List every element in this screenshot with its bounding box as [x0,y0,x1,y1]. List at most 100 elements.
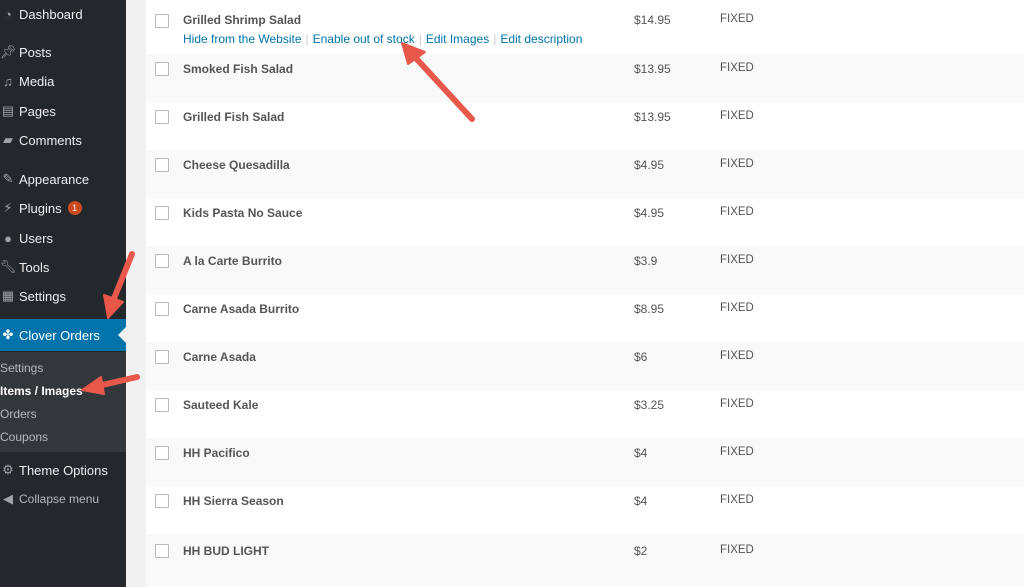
item-name[interactable]: HH Pacifico [183,446,250,460]
row-actions: Hide from the Website | Enable out of stoc… [183,32,583,46]
clover-orders-submenu: Settings Items / Images Orders Coupons [0,352,126,452]
sidebar-item-posts[interactable]: 📌︎ Posts [0,38,126,66]
item-price: $13.95 [634,110,671,124]
item-type: FIXED [720,398,754,410]
item-name[interactable]: Grilled Fish Salad [183,110,284,124]
enable-out-of-stock-link[interactable]: Enable out of stock [313,32,415,46]
sidebar-item-label: Plugins [19,200,62,216]
sidebar-item-label: Theme Options [19,462,108,478]
submenu-item-items-images[interactable]: Items / Images [0,384,83,398]
table-row: HH Pacifico $4 FIXED [146,438,1024,486]
item-name[interactable]: Carne Asada Burrito [183,302,299,316]
item-type: FIXED [720,350,754,362]
edit-description-link[interactable]: Edit description [500,32,582,46]
sidebar-item-label: Clover Orders [19,327,100,343]
wrench-icon: 🔧︎ [0,259,17,274]
item-name[interactable]: Smoked Fish Salad [183,62,293,76]
item-name[interactable]: Grilled Shrimp Salad [183,13,301,27]
row-checkbox[interactable] [155,302,169,316]
item-price: $2 [634,544,648,558]
table-row: Grilled Shrimp Salad $14.95 FIXED Hide f… [146,0,1024,48]
sidebar-item-appearance[interactable]: ✎ Appearance [0,165,126,193]
sidebar-item-tools[interactable]: 🔧︎ Tools [0,253,126,281]
sidebar-item-label: Appearance [19,171,90,187]
item-name[interactable]: Kids Pasta No Sauce [183,206,302,220]
sidebar-item-label: Pages [19,103,56,119]
sidebar-item-settings[interactable]: ▦ Settings [0,282,126,310]
sidebar-item-users[interactable]: ● Users [0,224,126,252]
item-type: FIXED [720,206,754,218]
row-checkbox[interactable] [155,110,169,124]
item-price: $14.95 [634,13,671,27]
item-price: $4 [634,494,648,508]
item-price: $3.9 [634,254,658,268]
pin-icon: 📌︎ [0,44,17,59]
sidebar-item-clover-orders[interactable]: ✤ Clover Orders [0,319,126,351]
item-type: FIXED [720,13,754,25]
sidebar-item-theme-options[interactable]: ⚙ Theme Options [0,456,126,484]
media-icon: ♫ [3,73,13,89]
table-row: HH Sierra Season $4 FIXED [146,486,1024,534]
item-price: $8.95 [634,302,665,316]
row-checkbox[interactable] [155,62,169,76]
update-count-badge: 1 [67,201,82,215]
item-name[interactable]: HH BUD LIGHT [183,544,269,558]
row-checkbox[interactable] [155,14,169,28]
sidebar-item-plugins[interactable]: ⚡︎ Plugins 1 [0,194,126,222]
users-icon: ● [4,230,12,246]
row-checkbox[interactable] [155,446,169,460]
submenu-item-orders[interactable]: Orders [0,407,37,421]
plugin-icon: ⚡︎ [3,200,13,215]
row-checkbox[interactable] [155,254,169,268]
collapse-menu-label: Collapse menu [19,492,100,506]
item-type: FIXED [720,254,754,266]
item-price: $4.95 [634,158,665,172]
table-row: Carne Asada $6 FIXED [146,342,1024,390]
paintbrush-icon: ✎ [2,171,14,186]
item-price: $13.95 [634,62,671,76]
comment-icon: ▰ [3,132,13,147]
items-table: Grilled Shrimp Salad $14.95 FIXED Hide f… [146,0,1024,587]
table-row: Cheese Quesadilla $4.95 FIXED [146,150,1024,198]
dashboard-icon: ◔ [4,6,12,22]
submenu-item-settings[interactable]: Settings [0,361,43,375]
hide-from-website-link[interactable]: Hide from the Website [183,32,302,46]
item-price: $3.25 [634,398,665,412]
sidebar-item-comments[interactable]: ▰ Comments [0,126,126,154]
item-type: FIXED [720,446,754,458]
row-checkbox[interactable] [155,544,169,558]
row-checkbox[interactable] [155,398,169,412]
admin-sidebar: ◔ Dashboard 📌︎ Posts ♫ Media ▤ Pages ▰ C… [0,0,126,587]
row-checkbox[interactable] [155,350,169,364]
item-name[interactable]: Carne Asada [183,350,256,364]
row-checkbox[interactable] [155,494,169,508]
row-checkbox[interactable] [155,158,169,172]
edit-images-link[interactable]: Edit Images [426,32,489,46]
item-type: FIXED [720,110,754,122]
sidebar-item-dashboard[interactable]: ◔ Dashboard [0,0,126,28]
sidebar-item-pages[interactable]: ▤ Pages [0,97,126,125]
item-name[interactable]: Sauteed Kale [183,398,258,412]
clover-icon: ✤ [2,327,14,342]
item-name[interactable]: A la Carte Burrito [183,254,282,268]
item-type: FIXED [720,158,754,170]
table-row: HH BUD LIGHT $2 FIXED [146,534,1024,587]
sidebar-item-label: Tools [19,259,50,275]
settings-icon: ▦ [1,288,15,303]
page-icon: ▤ [1,103,15,118]
submenu-item-coupons[interactable]: Coupons [0,430,48,444]
sidebar-item-media[interactable]: ♫ Media [0,67,126,95]
item-type: FIXED [720,302,754,314]
item-price: $4.95 [634,206,665,220]
item-price: $4 [634,446,648,460]
item-price: $6 [634,350,648,364]
table-row: Carne Asada Burrito $8.95 FIXED [146,294,1024,342]
sidebar-item-label: Comments [19,132,82,148]
item-name[interactable]: HH Sierra Season [183,494,284,508]
row-checkbox[interactable] [155,206,169,220]
item-name[interactable]: Cheese Quesadilla [183,158,290,172]
collapse-menu-button[interactable]: ◀ Collapse menu [0,485,126,513]
table-row: Kids Pasta No Sauce $4.95 FIXED [146,198,1024,246]
collapse-icon: ◀ [3,491,13,506]
sidebar-item-label: Users [19,230,53,246]
